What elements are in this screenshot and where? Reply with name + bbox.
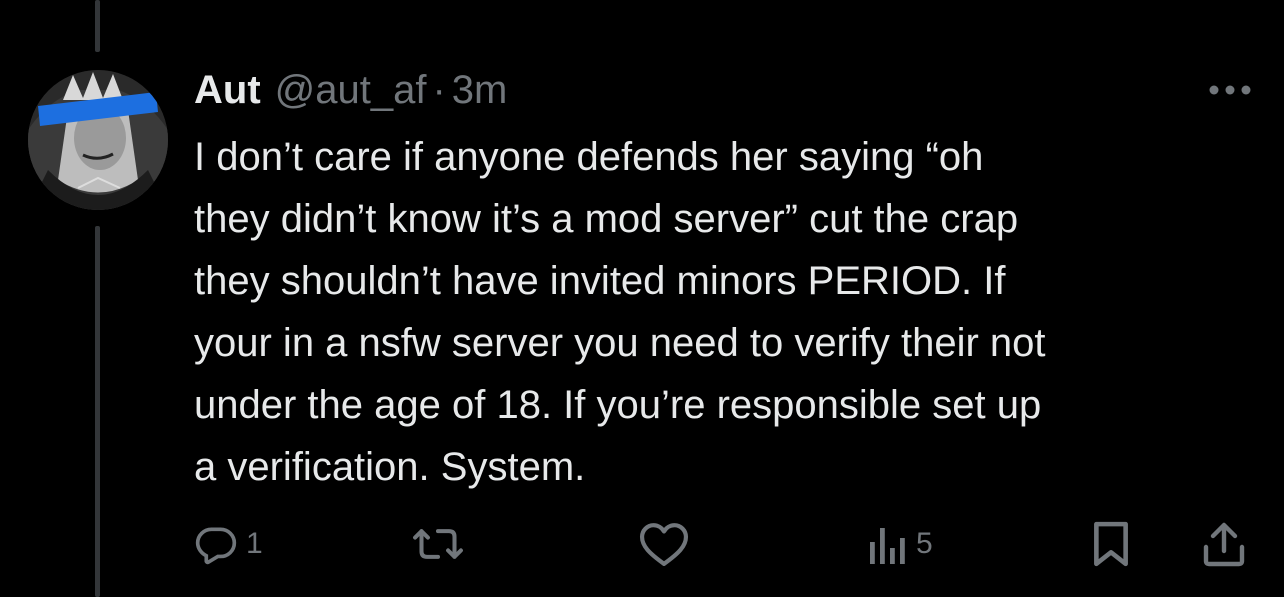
tweet-text-line: they didn’t know it’s a mod server” cut … — [194, 197, 1019, 241]
reply-icon — [195, 527, 237, 565]
action-bar: 1 5 — [0, 516, 1284, 572]
repost-icon — [413, 529, 463, 559]
repost-button[interactable] — [412, 516, 472, 572]
avatar[interactable] — [28, 70, 168, 210]
like-button[interactable] — [638, 516, 698, 572]
avatar-image — [28, 70, 168, 210]
bookmark-icon — [1094, 521, 1128, 567]
views-count: 5 — [916, 527, 933, 560]
tweet-text-line: I don’t care if anyone defends her sayin… — [194, 135, 984, 179]
views-icon — [870, 528, 905, 564]
share-icon — [1203, 522, 1245, 567]
views-button[interactable]: 5 — [868, 516, 933, 572]
share-button[interactable] — [1202, 516, 1246, 572]
tweet-header: Aut @aut_af · 3m — [194, 64, 507, 116]
separator: · — [432, 67, 446, 112]
tweet-text-line: they shouldn’t have invited minors PERIO… — [194, 259, 1006, 303]
tweet-text-line: your in a nsfw server you need to verify… — [194, 321, 1046, 365]
tweet-text-line: a verification. System. — [194, 445, 586, 489]
timestamp[interactable]: 3m — [452, 68, 508, 113]
reply-count: 1 — [246, 527, 263, 560]
user-handle[interactable]: @aut_af — [275, 68, 427, 113]
more-horizontal-icon — [1209, 85, 1251, 95]
bookmark-button[interactable] — [1092, 516, 1130, 572]
reply-button[interactable]: 1 — [194, 516, 263, 572]
tweet-text-line: under the age of 18. If you’re responsib… — [194, 383, 1042, 427]
more-button[interactable] — [1204, 74, 1256, 106]
display-name[interactable]: Aut — [194, 68, 261, 113]
thread-line-top — [95, 0, 100, 52]
heart-icon — [639, 523, 689, 566]
tweet-text: I don’t care if anyone defends her sayin… — [194, 126, 1244, 498]
